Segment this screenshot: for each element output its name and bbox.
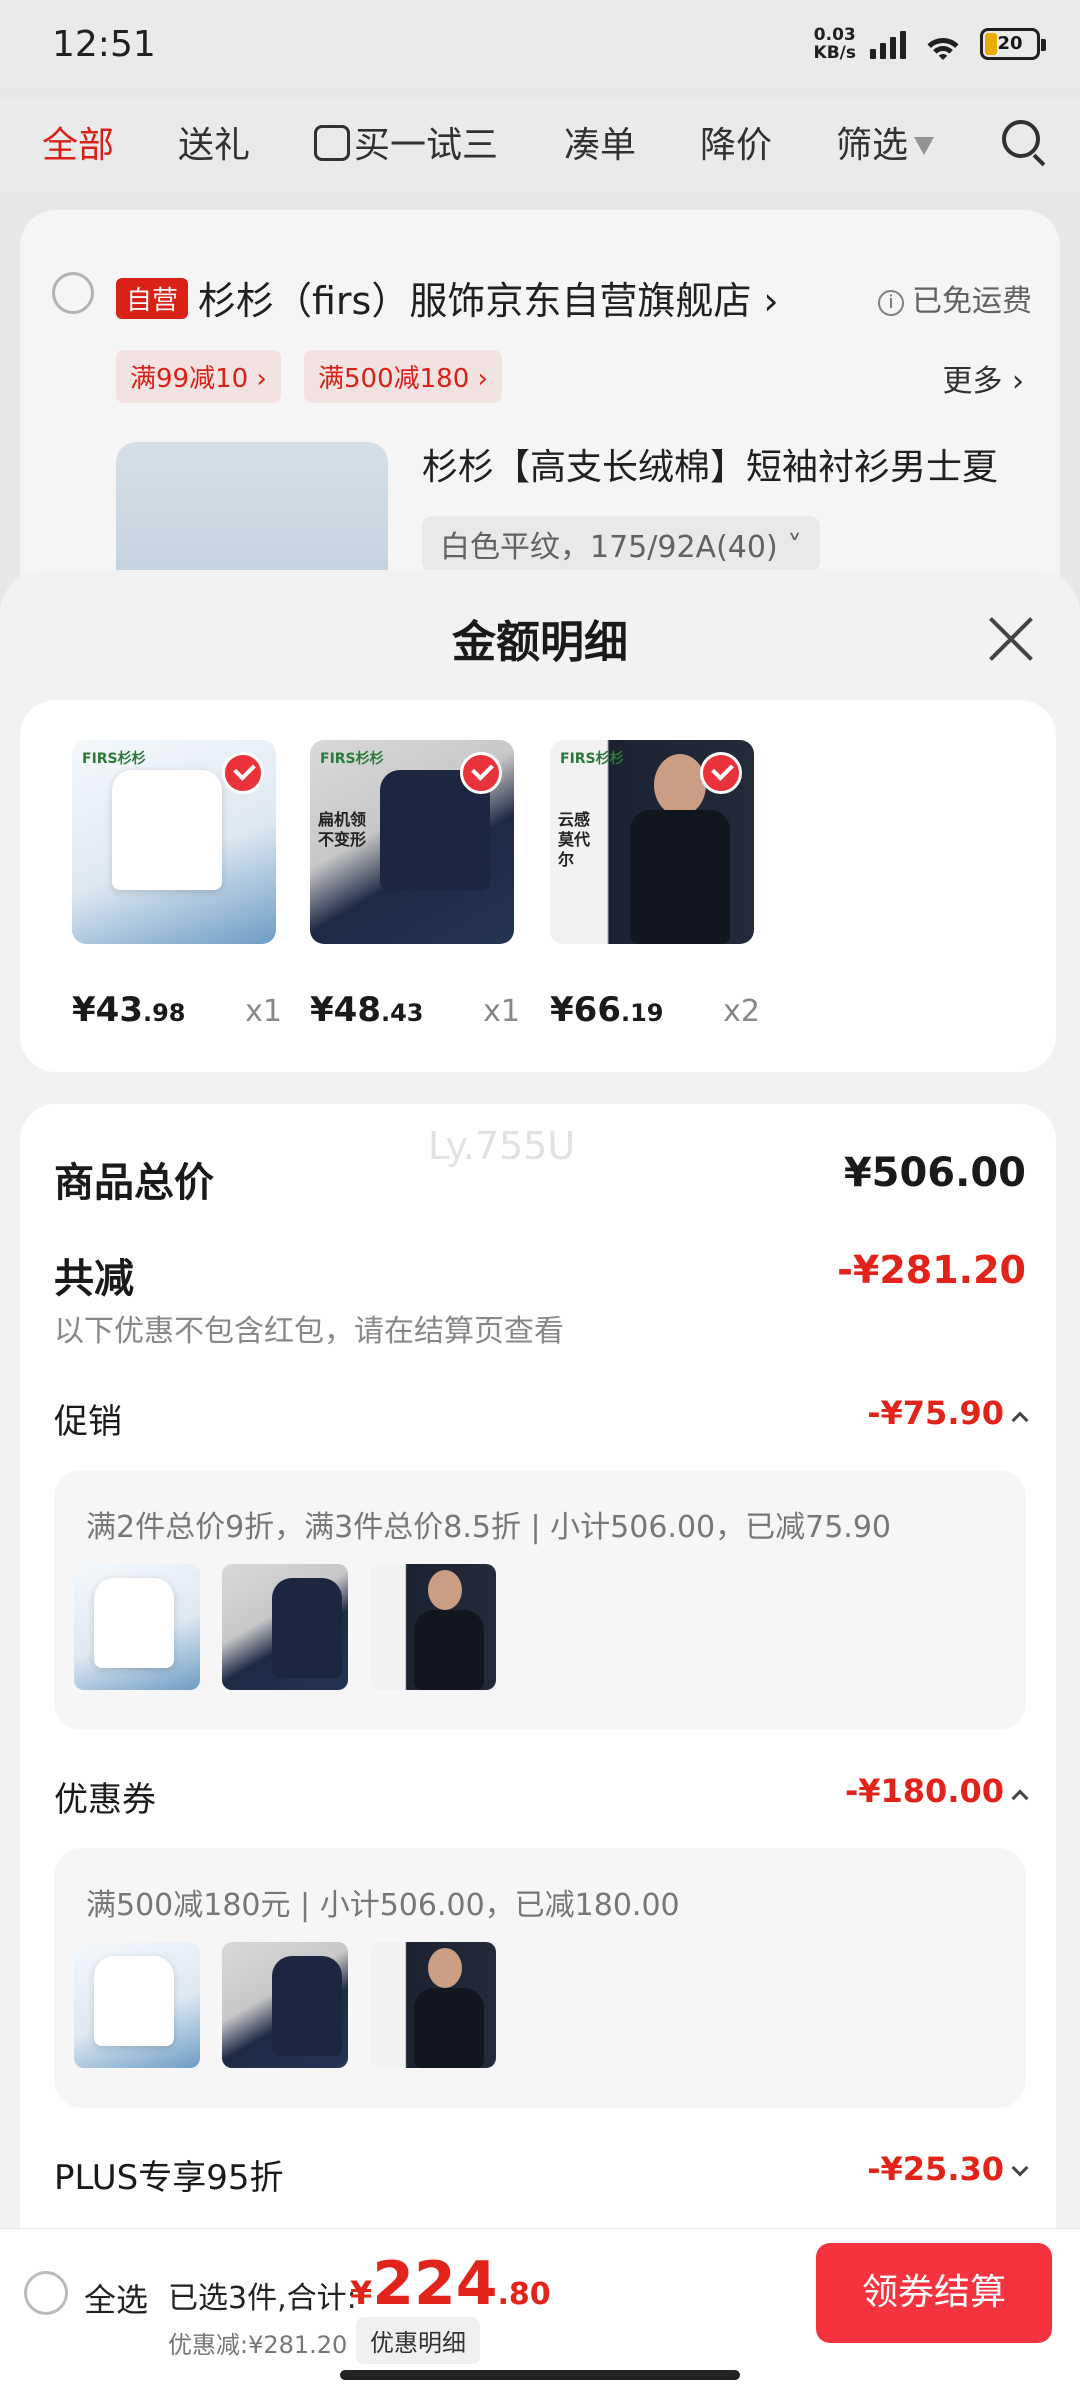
watermark: Ly.755U xyxy=(428,1124,576,1168)
model-image xyxy=(428,1570,462,1610)
model-image xyxy=(428,1948,462,1988)
coupon-value: -¥180.00 xyxy=(844,1772,1004,1810)
item-price-int: ¥43 xyxy=(72,990,143,1030)
brand-logo: FIRS杉杉 xyxy=(320,751,384,767)
chevron-up-icon xyxy=(1011,1411,1029,1429)
sheet-title: 金额明细 xyxy=(452,617,628,668)
item-thumbnail[interactable]: FIRS杉杉 云感 莫代尔 xyxy=(550,740,754,944)
total-integer: 224 xyxy=(372,2249,498,2319)
promotion-toggle[interactable]: -¥75.90 xyxy=(867,1394,1029,1432)
item-price-int: ¥48 xyxy=(310,990,381,1030)
select-all-label[interactable]: 全选 xyxy=(84,2275,148,2321)
brand-logo: FIRS杉杉 xyxy=(560,751,624,767)
chevron-up-icon xyxy=(1011,1789,1029,1807)
discount-detail-button[interactable]: 优惠明细 xyxy=(356,2317,480,2364)
product-tag: 云感 莫代尔 xyxy=(558,810,591,869)
total-decimal: .80 xyxy=(497,2277,551,2312)
coupon-detail-box: 满500减180元 | 小计506.00，已减180.00 xyxy=(54,1848,1026,2108)
total-price-value: ¥506.00 xyxy=(843,1150,1026,1196)
item-quantity: x1 xyxy=(245,994,282,1029)
coupon-toggle[interactable]: -¥180.00 xyxy=(844,1772,1029,1810)
promotion-description: 满2件总价9折，满3件总价8.5折 | 小计506.00，已减75.90 xyxy=(86,1510,892,1545)
reduction-note: 以下优惠不包含红包，请在结算页查看 xyxy=(54,1314,564,1349)
promotion-label: 促销 xyxy=(54,1402,122,1442)
checkout-button[interactable]: 领券结算 xyxy=(816,2243,1052,2343)
total-amount: ¥224.80 xyxy=(350,2249,551,2319)
coupon-item-thumbnail xyxy=(370,1942,496,2068)
promotion-item-thumbnail xyxy=(370,1564,496,1690)
shirt-image xyxy=(414,1988,484,2068)
promotion-item-thumbnail xyxy=(74,1564,200,1690)
total-price-label: 商品总价 xyxy=(54,1160,214,1206)
item-thumbnail[interactable]: FIRS杉杉 扁机领 不变形 xyxy=(310,740,514,944)
coupon-item-thumbnail xyxy=(222,1942,348,2068)
plus-discount-label: PLUS专享95折 xyxy=(54,2158,284,2198)
item-price: ¥66.19 xyxy=(550,990,664,1030)
chevron-down-icon xyxy=(1011,2159,1029,2177)
check-icon[interactable] xyxy=(460,752,502,794)
brand-logo: FIRS杉杉 xyxy=(82,751,146,767)
check-icon[interactable] xyxy=(222,752,264,794)
selected-item: FIRS杉杉 扁机领 不变形 ¥48.43 x1 xyxy=(310,740,520,1030)
shirt-image xyxy=(94,1956,174,2046)
item-price-dec: .43 xyxy=(380,999,424,1027)
total-currency: ¥ xyxy=(350,2274,373,2312)
selection-summary: 已选3件,合计: xyxy=(168,2281,357,2316)
shirt-image xyxy=(112,770,222,890)
product-tag: 扁机领 不变形 xyxy=(318,810,367,849)
promotion-value: -¥75.90 xyxy=(867,1394,1004,1432)
shirt-image xyxy=(272,1578,342,1678)
coupon-label: 优惠券 xyxy=(54,1780,156,1820)
selected-item: FIRS杉杉 云感 莫代尔 ¥66.19 x2 xyxy=(550,740,760,1030)
shirt-image xyxy=(272,1956,342,2056)
item-price: ¥43.98 xyxy=(72,990,186,1030)
shirt-image xyxy=(630,810,730,944)
item-price: ¥48.43 xyxy=(310,990,424,1030)
selected-item: FIRS杉杉 ¥43.98 x1 xyxy=(72,740,282,1030)
shirt-image xyxy=(94,1578,174,1668)
plus-discount-toggle[interactable]: -¥25.30 xyxy=(867,2150,1029,2188)
discount-summary: 优惠减:¥281.20 xyxy=(168,2331,348,2359)
coupon-item-thumbnail xyxy=(74,1942,200,2068)
total-reduction-label: 共减 xyxy=(54,1256,134,1302)
item-quantity: x2 xyxy=(723,994,760,1029)
selected-items-card: FIRS杉杉 ¥43.98 x1 FIRS杉杉 扁机领 不变形 ¥48.43 x… xyxy=(20,700,1056,1072)
shirt-image xyxy=(414,1610,484,1690)
plus-discount-value: -¥25.30 xyxy=(867,2150,1004,2188)
model-image xyxy=(654,754,706,816)
home-indicator[interactable] xyxy=(340,2370,740,2380)
select-all-radio[interactable] xyxy=(24,2271,68,2315)
coupon-description: 满500减180元 | 小计506.00，已减180.00 xyxy=(86,1888,680,1923)
price-breakdown-card: Ly.755U 商品总价 ¥506.00 共减 -¥281.20 以下优惠不包含… xyxy=(20,1104,1056,2230)
item-price-int: ¥66 xyxy=(550,990,621,1030)
promotion-item-thumbnail xyxy=(222,1564,348,1690)
item-price-dec: .19 xyxy=(620,999,664,1027)
total-reduction-value: -¥281.20 xyxy=(837,1248,1026,1292)
close-icon[interactable] xyxy=(986,614,1036,664)
promotion-detail-box: 满2件总价9折，满3件总价8.5折 | 小计506.00，已减75.90 xyxy=(54,1470,1026,1730)
check-icon[interactable] xyxy=(700,752,742,794)
item-price-dec: .98 xyxy=(142,999,186,1027)
item-thumbnail[interactable]: FIRS杉杉 xyxy=(72,740,276,944)
amount-detail-sheet: 金额明细 FIRS杉杉 ¥43.98 x1 FIRS杉杉 扁机领 不变形 ¥48… xyxy=(0,570,1080,2230)
item-quantity: x1 xyxy=(483,994,520,1029)
